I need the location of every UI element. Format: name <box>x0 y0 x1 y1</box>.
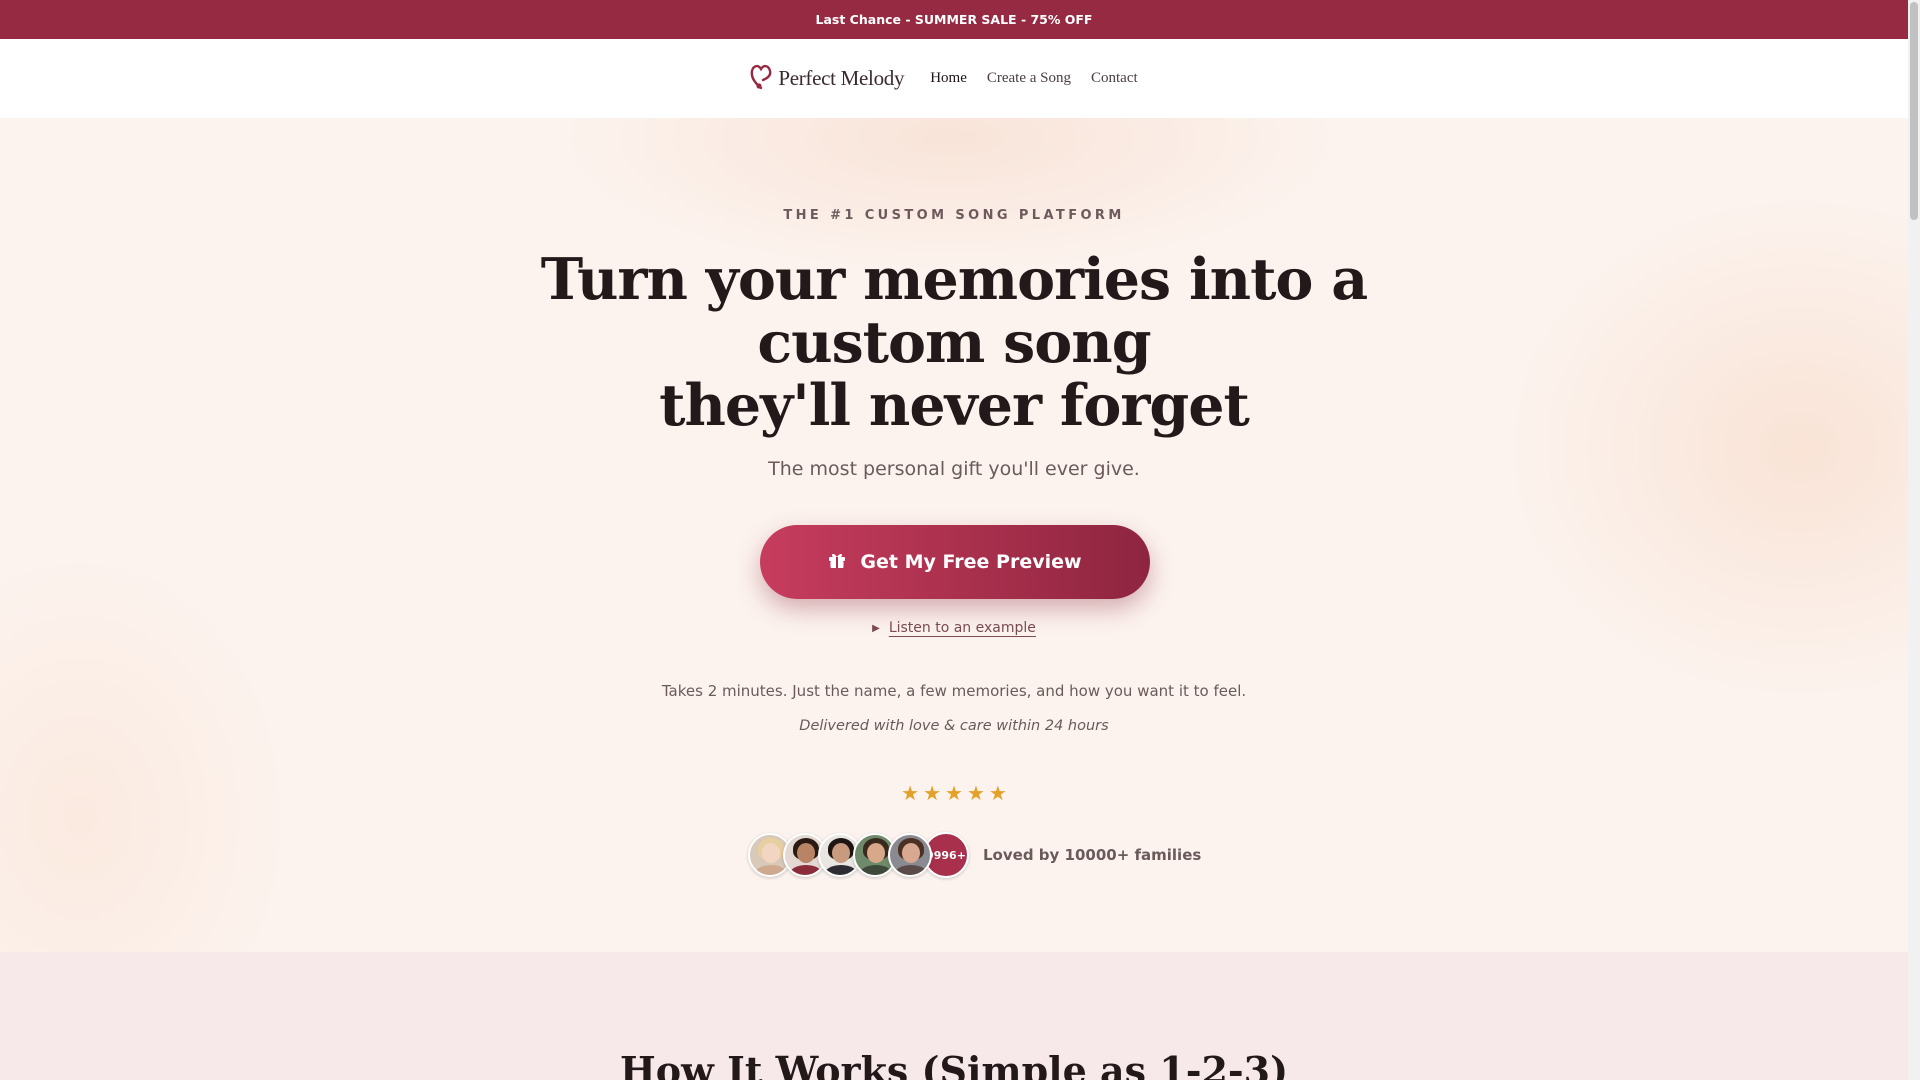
how-it-works-title: How It Works (Simple as 1-2-3) <box>619 1048 1289 1080</box>
play-icon: ▶ <box>872 622 880 634</box>
star-icon: ★ <box>988 783 1007 805</box>
how-it-works-section: How It Works (Simple as 1-2-3) <box>0 952 1908 1080</box>
star-icon: ★ <box>945 783 963 805</box>
get-free-preview-button[interactable]: Get My Free Preview <box>760 525 1150 599</box>
brand-logo[interactable]: Perfect Melody <box>750 62 904 95</box>
cta-label: Get My Free Preview <box>860 551 1082 573</box>
nav-link-home[interactable]: Home <box>930 70 967 87</box>
hero-headline: Turn your memories into a custom song th… <box>0 248 1908 437</box>
loved-by-text: Loved by 10000+ families <box>983 846 1202 864</box>
listen-example-label[interactable]: Listen to an example <box>889 620 1036 636</box>
rating-stars: ★ ★ ★ ★ ★ <box>0 781 1908 806</box>
headline-line-1: Turn your memories into a <box>540 246 1368 313</box>
avatar <box>888 833 932 877</box>
nav-link-contact[interactable]: Contact <box>1091 70 1138 87</box>
page-scrollbar[interactable] <box>1908 0 1920 1080</box>
hero-section: THE #1 CUSTOM SONG PLATFORM Turn your me… <box>0 118 1908 952</box>
headline-line-2: custom song <box>757 309 1151 376</box>
announcement-bar: Last Chance - SUMMER SALE - 75% OFF <box>0 0 1908 39</box>
customer-avatars: 9996+ <box>748 832 969 878</box>
nav-link-create-a-song[interactable]: Create a Song <box>987 70 1071 87</box>
headline-line-3: they'll never forget <box>659 372 1250 439</box>
star-icon: ★ <box>901 783 920 805</box>
announcement-text: Last Chance - SUMMER SALE - 75% OFF <box>815 12 1093 27</box>
gift-icon <box>828 551 846 574</box>
scrollbar-thumb[interactable] <box>1910 2 1918 220</box>
hero-eyebrow: THE #1 CUSTOM SONG PLATFORM <box>783 208 1125 223</box>
brand-name: Perfect Melody <box>778 66 905 90</box>
listen-example-link[interactable]: ▶ Listen to an example <box>0 620 1908 636</box>
delivery-note: Delivered with love & care within 24 hou… <box>799 718 1109 734</box>
social-proof: 9996+ Loved by 10000+ families <box>748 831 1201 879</box>
time-note: Takes 2 minutes. Just the name, a few me… <box>661 682 1247 700</box>
star-icon: ★ <box>923 783 942 805</box>
star-icon: ★ <box>966 783 985 805</box>
hero-subhead: The most personal gift you'll ever give. <box>768 458 1140 480</box>
heart-logo-icon <box>750 62 772 95</box>
top-navigation: Perfect Melody Home Create a Song Contac… <box>0 39 1908 118</box>
